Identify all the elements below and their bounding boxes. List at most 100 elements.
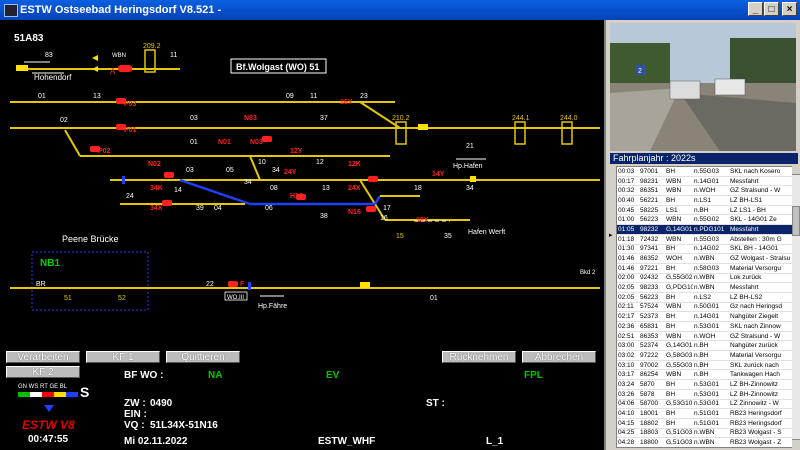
timetable-cell: 00:32	[617, 185, 639, 197]
scroll-up-button[interactable]	[792, 166, 800, 175]
signal-34k: 34K	[150, 185, 163, 192]
timetable-cell: 98232	[639, 224, 665, 235]
timetable-cell: 01:05	[617, 224, 639, 235]
kf2-button[interactable]: KF 2	[6, 366, 80, 378]
nb1-label: NB1	[40, 258, 60, 269]
timetable-cell: n.58G03	[693, 263, 729, 274]
timetable-row[interactable]: 01:00 56223 WBN n.55G02 SKL - 14G01 Ze	[617, 214, 797, 226]
track-11: 11	[170, 52, 177, 59]
timetable-cell: 01:00	[617, 214, 639, 226]
timetable-row[interactable]: 01:46 97221 BH n.58G03 Material Versorgu	[617, 263, 797, 274]
timetable-cell: 56223	[639, 214, 665, 226]
timetable-row[interactable]: 03:02 97222 G,58G03 n.BH Material Versorgu	[617, 350, 797, 361]
timetable-cell: WBN	[665, 176, 693, 187]
timetable-row[interactable]: 00:17 98231 WBN n.14G01 Messfahrt	[617, 176, 797, 187]
timetable-row[interactable]: 04:10 18001 BH n.51G01 RB23 Heringsdorf	[617, 408, 797, 419]
timetable-scrollbar[interactable]	[792, 166, 800, 448]
svg-text:13: 13	[93, 93, 101, 100]
timetable-cell: 04:10	[617, 408, 639, 419]
timetable-row[interactable]: 04:06 58700 G,53G101 n.53G01 LZ Zinnowitz - …	[617, 399, 797, 410]
timetable-row[interactable]: 03:10 97002 G,55G03 n.BH SKL zurück nach	[617, 360, 797, 371]
svg-text:10: 10	[258, 159, 266, 166]
svg-text:16: 16	[380, 215, 388, 222]
timetable-cell: BH	[665, 389, 693, 400]
timetable-cell: 00:45	[617, 205, 639, 216]
timetable-row[interactable]: 02:51 86353 WBN n.WOH GZ Stralsund - W	[617, 331, 797, 342]
timetable-cell: G,58G03	[665, 350, 693, 361]
title-bar: ESTW Ostseebad Heringsdorf V8.521 - _ □ …	[0, 0, 800, 20]
quittieren-button[interactable]: Quittieren	[166, 351, 240, 363]
timetable-row[interactable]: 04:28 18800 G,51G03 n.WBN RB23 Wolgast - Z	[617, 437, 797, 447]
svg-text:03: 03	[186, 167, 194, 174]
timetable-cell: n.53G01	[693, 389, 729, 400]
signal-24x: 24X	[348, 185, 361, 192]
timetable-row[interactable]: 03:24 5870 BH n.53G01 LZ BH-Zinnowitz	[617, 379, 797, 390]
timetable-cell: Nahgüter Ziegelt	[729, 311, 797, 322]
timetable-row[interactable]: 00:45 58225 LS1 n.BH LZ LS1 - BH	[617, 205, 797, 216]
timetable-cell: SKL - 14G01 Ze	[729, 214, 797, 226]
timetable-cell: G,14G01	[665, 224, 693, 235]
timetable-cell: 98231	[639, 176, 665, 187]
timetable-cell: 01:30	[617, 244, 639, 255]
timetable-cell: 03:24	[617, 379, 639, 390]
timetable-cell: LZ BH-Zinnowitz	[729, 379, 797, 390]
timetable-row[interactable]: 01:05 98232 G,14G01 n.PDG101 Messfahrt	[617, 224, 797, 235]
timetable-row[interactable]: 02:00 92432 G,55G02 n.WBN Lok zurück	[617, 273, 797, 284]
timetable-cell: Abstellen : 30m G	[729, 234, 797, 245]
close-button[interactable]: ×	[782, 2, 797, 16]
timetable-list[interactable]: 00:03 97001 BH n.55G03 SKL nach Kosero 00:17 9…	[616, 166, 798, 448]
scroll-down-button[interactable]	[792, 439, 800, 448]
timetable-row[interactable]: 00:32 86351 WBN n.WOH GZ Stralsund - W	[617, 185, 797, 197]
timetable-row[interactable]: 03:26 5878 BH n.53G01 LZ BH-Zinnowitz	[617, 389, 797, 400]
timetable-cell: LZ BH-LS2	[729, 292, 797, 303]
timetable-row[interactable]: 02:05 56223 BH n.LS2 LZ BH-LS2	[617, 292, 797, 303]
hp-faehre-label: Hp.Fähre	[258, 303, 287, 310]
scroll-thumb[interactable]	[792, 206, 800, 236]
svg-text:52: 52	[118, 295, 126, 302]
verarbeiten-button[interactable]: Verarbeiten	[6, 351, 80, 363]
timetable-cell: Messfahrt	[729, 282, 797, 293]
color-legend: GN WS RT GE BL	[18, 384, 68, 390]
timetable-row[interactable]: 01:30 97341 BH n.14G02 SKL BH - 14G01	[617, 244, 797, 255]
track-layout-canvas[interactable]: 51A83 83 209.2 11 WBN A Hohendorf Bf.Wol…	[0, 20, 604, 342]
timetable-cell: 04:25	[617, 428, 639, 439]
timetable-row[interactable]: 02:11 57524 WBN n.50G01 Gz nach Heringsd	[617, 302, 797, 313]
signal-n02: N02	[148, 161, 161, 168]
kf1-button[interactable]: KF 1	[86, 351, 160, 363]
svg-text:39: 39	[196, 205, 204, 212]
signal-14y: 14Y	[432, 171, 445, 178]
timetable-cell: 18802	[639, 418, 665, 429]
maximize-button[interactable]: □	[764, 2, 779, 16]
timetable-row[interactable]: 01:46 86352 WOH n.WBN GZ Wolgast - Stralsu	[617, 253, 797, 264]
timetable-cell: 01:46	[617, 263, 639, 274]
timetable-cell: 86352	[639, 253, 665, 264]
timetable-cell: SKL zurück nach	[729, 360, 797, 371]
svg-text:01: 01	[190, 139, 198, 146]
timetable-row[interactable]: 03:00 52374 G,14G01 n.BH Nahgüter zurück	[617, 340, 797, 352]
timetable-cell: n.51G01	[693, 418, 729, 429]
date-label: Mi 02.11.2022	[124, 436, 188, 447]
timetable-row[interactable]: 00:03 97001 BH n.55G03 SKL nach Kosero	[617, 167, 797, 177]
timetable-row[interactable]: 02:0598233G,PDG101n.WBNMessfahrt	[617, 282, 797, 293]
timetable-cell: BH	[665, 292, 693, 303]
timetable-cell: WBN	[665, 369, 693, 381]
timetable-row[interactable]: 04:15 18802 BH n.51G01 RB23 Heringsdorf	[617, 418, 797, 429]
timetable-row[interactable]: 02:17 52373 BH n.14G01 Nahgüter Ziegelt	[617, 311, 797, 322]
timetable-cell: 58225	[639, 205, 665, 216]
timetable-cell: BH	[665, 263, 693, 274]
svg-text:244.0: 244.0	[560, 115, 578, 122]
ruecknehmen-button[interactable]: Rücknehmen	[442, 351, 516, 363]
timetable-cell: BH	[665, 321, 693, 332]
timetable-cell: BH	[665, 379, 693, 390]
timetable-cell: n.51G01	[693, 408, 729, 419]
timetable-row[interactable]: 03:17 86254 WBN n.BH Tankwagen Hach	[617, 369, 797, 381]
timetable-row[interactable]: 00:40 56221 BH n.LS1 LZ BH-LS1	[617, 195, 797, 206]
timetable-cell: 52374	[639, 340, 665, 352]
abbrechen-button[interactable]: Abbrechen	[522, 351, 596, 363]
timetable-row[interactable]: 01:18 72432 WBN n.55G03 Abstellen : 30m G	[617, 234, 797, 245]
timetable-row[interactable]: 04:25 18803 G,51G03 n.WBN RB23 Wolgast - S	[617, 428, 797, 439]
timetable-cell: BH	[665, 195, 693, 206]
timetable-row[interactable]: 02:36 65831 BH n.53G01 SKL nach Zinnow	[617, 321, 797, 332]
svg-text:BR: BR	[36, 281, 46, 288]
minimize-button[interactable]: _	[748, 2, 763, 16]
